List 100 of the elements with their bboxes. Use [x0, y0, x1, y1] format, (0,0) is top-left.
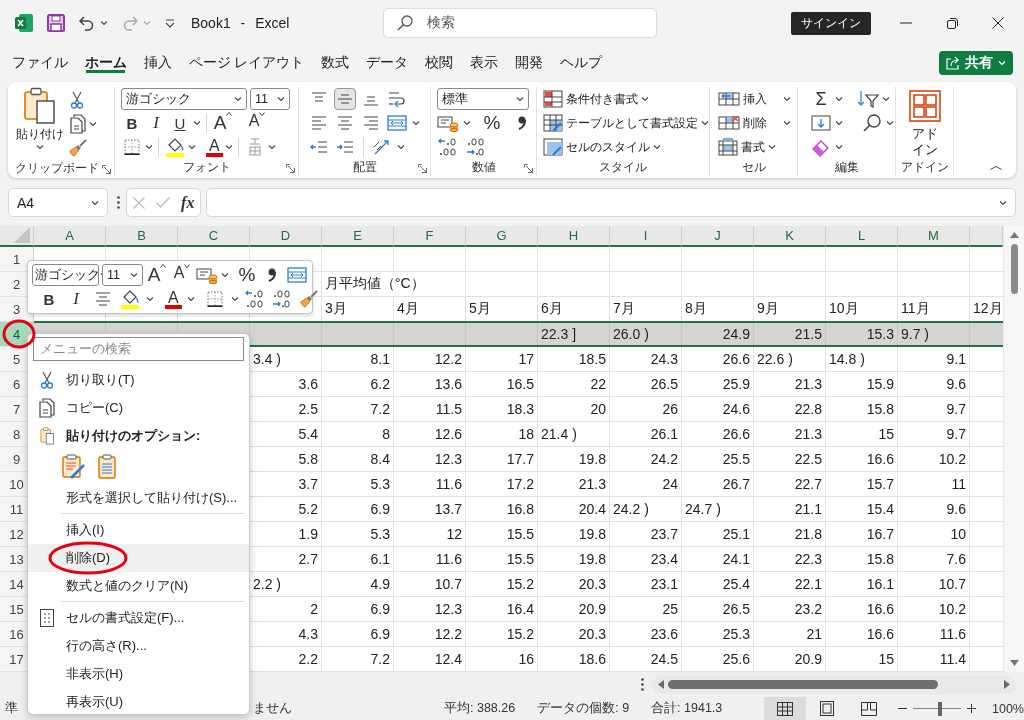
- menu-tab[interactable]: ヘルプ: [551, 50, 611, 76]
- splitter-dots-icon[interactable]: [641, 678, 644, 691]
- copy-icon[interactable]: [38, 398, 56, 418]
- caret-icon[interactable]: [835, 96, 843, 102]
- search-icon[interactable]: [862, 113, 882, 133]
- font-size-dropdown[interactable]: 11: [250, 88, 290, 110]
- scroll-left-icon[interactable]: [658, 680, 664, 689]
- column-header[interactable]: A: [34, 226, 106, 247]
- scrollbar-thumb[interactable]: [668, 680, 938, 689]
- sign-in-button[interactable]: サインイン: [791, 11, 871, 35]
- launcher-icon[interactable]: [286, 164, 295, 173]
- delete-button[interactable]: 削除: [718, 111, 791, 135]
- align-center-icon[interactable]: [336, 115, 354, 131]
- format-cells-icon[interactable]: [718, 138, 738, 156]
- cell-brush-icon[interactable]: [543, 138, 563, 156]
- column-header[interactable]: J: [682, 226, 754, 247]
- text-orientation-icon[interactable]: [372, 138, 392, 156]
- column-header[interactable]: B: [106, 226, 178, 247]
- grow-font-button[interactable]: A: [212, 112, 234, 134]
- menu-tab[interactable]: 開発: [506, 50, 552, 76]
- four-squares-icon[interactable]: [908, 90, 941, 122]
- format-painter-icon[interactable]: [299, 290, 318, 308]
- column-header[interactable]: E: [322, 226, 394, 247]
- merge-cells-icon[interactable]: [287, 266, 307, 284]
- caret-icon[interactable]: [146, 296, 154, 302]
- caret-icon[interactable]: [277, 96, 285, 102]
- italic-button[interactable]: I: [145, 112, 167, 134]
- clipboard-icon[interactable]: [23, 87, 57, 125]
- column-header[interactable]: L: [826, 226, 898, 247]
- eraser-icon[interactable]: [811, 138, 831, 156]
- font-color-button[interactable]: A: [206, 137, 223, 157]
- caret-icon[interactable]: [653, 144, 661, 150]
- caret-icon[interactable]: [397, 144, 405, 150]
- caret-icon[interactable]: [701, 120, 709, 126]
- menu-tab[interactable]: 挿入: [135, 50, 180, 76]
- caret-icon[interactable]: [516, 96, 524, 102]
- paste-button[interactable]: 貼り付け: [14, 87, 66, 160]
- customize-toolbar-icon[interactable]: [165, 18, 175, 28]
- paint-bucket-icon[interactable]: [120, 289, 140, 309]
- caret-icon[interactable]: [230, 296, 239, 302]
- clipboard-icon[interactable]: [39, 427, 55, 445]
- menu-tab[interactable]: ページ レイアウト: [180, 50, 313, 76]
- font-size-dropdown[interactable]: 11: [102, 264, 143, 286]
- format-cells-icon[interactable]: [40, 609, 54, 627]
- italic-button[interactable]: I: [65, 288, 87, 310]
- font-name-dropdown[interactable]: 游ゴシック: [121, 88, 247, 110]
- format-button[interactable]: 書式: [718, 135, 791, 159]
- autosum-button[interactable]: Σ: [810, 88, 832, 110]
- currency-icon[interactable]: [437, 114, 459, 132]
- comma-style-icon[interactable]: [267, 267, 277, 283]
- caret-icon[interactable]: [234, 96, 242, 102]
- scissors-icon[interactable]: [69, 91, 85, 109]
- caret-icon[interactable]: [463, 120, 471, 126]
- percent-button[interactable]: %: [236, 264, 258, 286]
- bold-button[interactable]: B: [121, 112, 143, 134]
- caret-icon[interactable]: [188, 144, 196, 150]
- comma-style-icon[interactable]: [517, 115, 527, 131]
- align-right-icon[interactable]: [362, 115, 380, 131]
- chevron-up-icon[interactable]: [226, 112, 233, 116]
- caret-icon[interactable]: [641, 96, 649, 102]
- splitter-dots-icon[interactable]: [117, 196, 120, 209]
- caret-icon[interactable]: [835, 144, 843, 150]
- decrease-decimal-icon[interactable]: [270, 289, 293, 309]
- increase-decimal-icon[interactable]: [437, 137, 459, 157]
- caret-icon[interactable]: [193, 120, 201, 126]
- caret-icon[interactable]: [412, 120, 420, 126]
- underline-button[interactable]: U: [169, 112, 191, 134]
- normal-view-icon[interactable]: [777, 701, 794, 716]
- launcher-icon[interactable]: [418, 164, 427, 173]
- insert-cells-icon[interactable]: [718, 90, 740, 108]
- scroll-up-icon[interactable]: [1009, 232, 1019, 238]
- menu-tab[interactable]: 校閲: [416, 50, 462, 76]
- shrink-font-button[interactable]: A: [171, 264, 193, 286]
- caret-icon[interactable]: [100, 20, 108, 26]
- column-header[interactable]: H: [538, 226, 610, 247]
- column-header[interactable]: G: [466, 226, 538, 247]
- merge-cells-icon[interactable]: [387, 114, 407, 132]
- caret-icon[interactable]: [783, 120, 791, 126]
- zoom-in-icon[interactable]: [967, 704, 976, 713]
- share-icon[interactable]: [946, 56, 960, 70]
- conditional-format-icon[interactable]: [543, 90, 563, 108]
- name-box[interactable]: A4: [8, 188, 108, 217]
- caret-icon[interactable]: [882, 96, 890, 102]
- font-name-dropdown[interactable]: 游ゴシック: [32, 264, 99, 286]
- table-brush-icon[interactable]: [543, 114, 563, 132]
- view-button[interactable]: [764, 697, 807, 720]
- horizontal-scrollbar[interactable]: [652, 675, 1016, 694]
- conditional-formatting-button[interactable]: 条件付き書式: [543, 87, 709, 111]
- search-field[interactable]: 検索: [383, 8, 657, 38]
- cell-styles-button[interactable]: セルのスタイル: [543, 135, 709, 159]
- scroll-right-icon[interactable]: [1004, 680, 1010, 689]
- caret-icon[interactable]: [130, 272, 138, 278]
- align-left-icon[interactable]: [310, 115, 328, 131]
- column-header[interactable]: I: [610, 226, 682, 247]
- borders-icon[interactable]: [205, 290, 224, 308]
- chevron-down-icon[interactable]: [184, 264, 191, 268]
- delete-cells-icon[interactable]: [718, 114, 740, 132]
- percent-button[interactable]: %: [481, 112, 503, 134]
- scroll-down-icon[interactable]: [1009, 660, 1019, 666]
- caret-icon[interactable]: [221, 272, 229, 278]
